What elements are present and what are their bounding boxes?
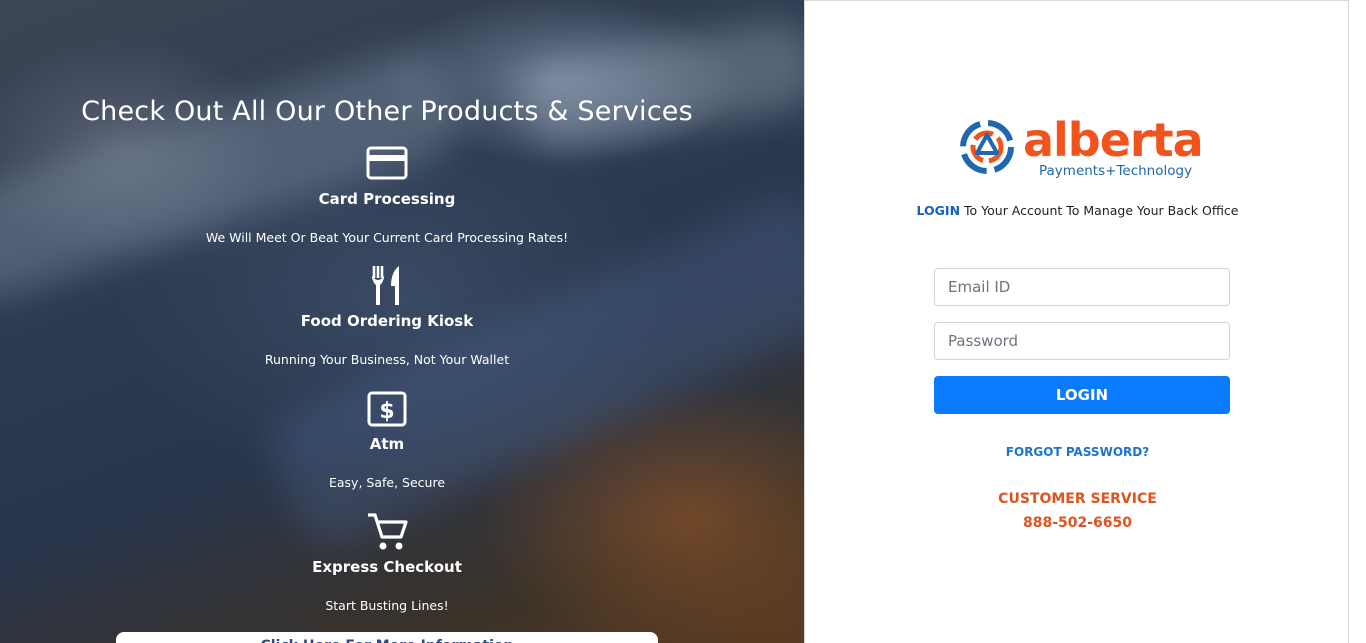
product-food-ordering-kiosk: Food Ordering Kiosk Running Your Busines… bbox=[0, 264, 774, 367]
product-description: Running Your Business, Not Your Wallet bbox=[264, 352, 510, 367]
promo-content: Check Out All Our Other Products & Servi… bbox=[0, 0, 774, 643]
login-button[interactable]: LOGIN bbox=[934, 376, 1230, 414]
utensils-icon bbox=[372, 266, 399, 305]
product-description: Start Busting Lines! bbox=[325, 598, 449, 613]
login-intro-text: To Your Account To Manage Your Back Offi… bbox=[960, 203, 1239, 218]
more-info-button[interactable]: Click Here For More Information bbox=[116, 632, 658, 643]
credit-card-icon bbox=[366, 146, 408, 180]
email-field[interactable] bbox=[934, 268, 1230, 306]
forgot-password-link[interactable]: FORGOT PASSWORD? bbox=[805, 445, 1350, 459]
brand-name: alberta bbox=[1023, 113, 1204, 167]
brand-tagline: Payments+Technology bbox=[1039, 163, 1193, 179]
product-atm: $ Atm Easy, Safe, Secure bbox=[0, 387, 774, 490]
product-card-processing: Card Processing We Will Meet Or Beat You… bbox=[0, 142, 774, 245]
product-name: Food Ordering Kiosk bbox=[300, 312, 474, 330]
product-description: Easy, Safe, Secure bbox=[328, 475, 446, 490]
brand-logo: alberta Payments+Technology bbox=[955, 109, 1205, 185]
password-field[interactable] bbox=[934, 322, 1230, 360]
customer-service-title: CUSTOMER SERVICE bbox=[998, 491, 1157, 507]
login-intro-accent: LOGIN bbox=[916, 203, 961, 218]
product-description: We Will Meet Or Beat Your Current Card P… bbox=[205, 230, 569, 245]
shopping-cart-icon bbox=[368, 513, 408, 550]
login-panel: alberta Payments+Technology LOGIN To You… bbox=[804, 0, 1349, 643]
product-express-checkout: Express Checkout Start Busting Lines! bbox=[0, 510, 774, 613]
login-intro: LOGIN To Your Account To Manage Your Bac… bbox=[805, 203, 1350, 218]
promo-panel: Check Out All Our Other Products & Servi… bbox=[0, 0, 804, 643]
product-name: Card Processing bbox=[318, 190, 456, 208]
money-bill-icon: $ bbox=[367, 391, 407, 427]
product-name: Atm bbox=[369, 435, 405, 453]
product-name: Express Checkout bbox=[312, 558, 462, 576]
brand-emblem-icon bbox=[960, 120, 1014, 174]
customer-service-phone: 888-502-6650 bbox=[1022, 515, 1133, 531]
products-heading: Check Out All Our Other Products & Servi… bbox=[81, 96, 693, 127]
svg-text:$: $ bbox=[379, 399, 394, 424]
